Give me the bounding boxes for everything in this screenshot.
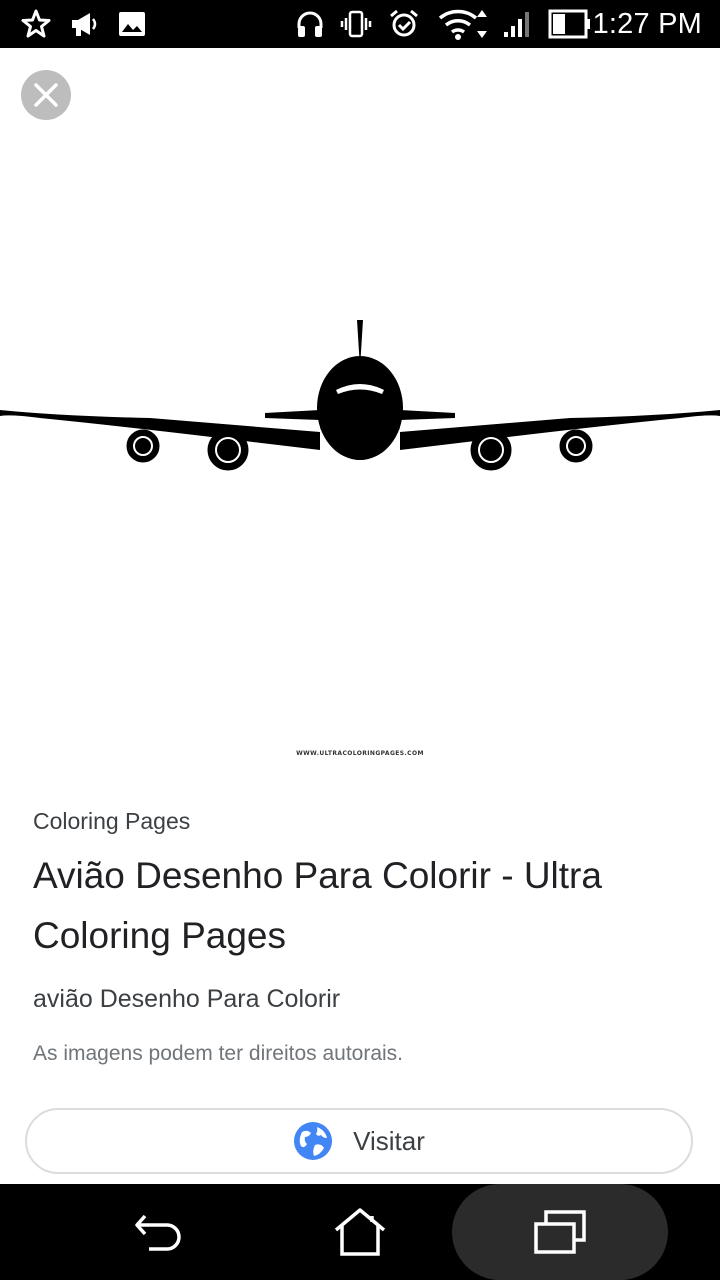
headphones-icon <box>297 11 323 37</box>
home-button[interactable] <box>328 1200 392 1264</box>
airplane-image <box>0 320 720 471</box>
result-title[interactable]: Avião Desenho Para Colorir - Ultra Color… <box>33 846 693 966</box>
visit-button-label: Visitar <box>353 1125 425 1156</box>
star-icon <box>21 9 51 38</box>
recents-button[interactable] <box>528 1200 592 1264</box>
visit-button[interactable]: Visitar <box>25 1108 693 1174</box>
result-subtitle: avião Desenho Para Colorir <box>33 985 341 1013</box>
recents-icon <box>534 1210 586 1254</box>
image-icon <box>119 12 145 36</box>
result-image[interactable] <box>0 48 720 778</box>
navigation-bar <box>0 1184 720 1280</box>
status-time: 1:27 PM <box>592 8 702 40</box>
status-bar: 1:27 PM <box>0 0 720 48</box>
image-watermark: WWW.ULTRACOLORINGPAGES.COM <box>296 750 424 757</box>
battery-icon <box>548 9 590 39</box>
megaphone-icon <box>72 13 97 36</box>
wifi-icon <box>438 9 487 40</box>
copyright-notice: As imagens podem ter direitos autorais. <box>33 1042 404 1065</box>
back-icon <box>135 1214 181 1251</box>
vibrate-icon <box>340 10 372 38</box>
source-name[interactable]: Coloring Pages <box>33 808 190 835</box>
back-button[interactable] <box>128 1200 192 1264</box>
globe-icon <box>294 1122 333 1160</box>
signal-icon <box>504 12 529 37</box>
home-icon <box>334 1208 386 1256</box>
alarm-icon <box>390 9 418 37</box>
